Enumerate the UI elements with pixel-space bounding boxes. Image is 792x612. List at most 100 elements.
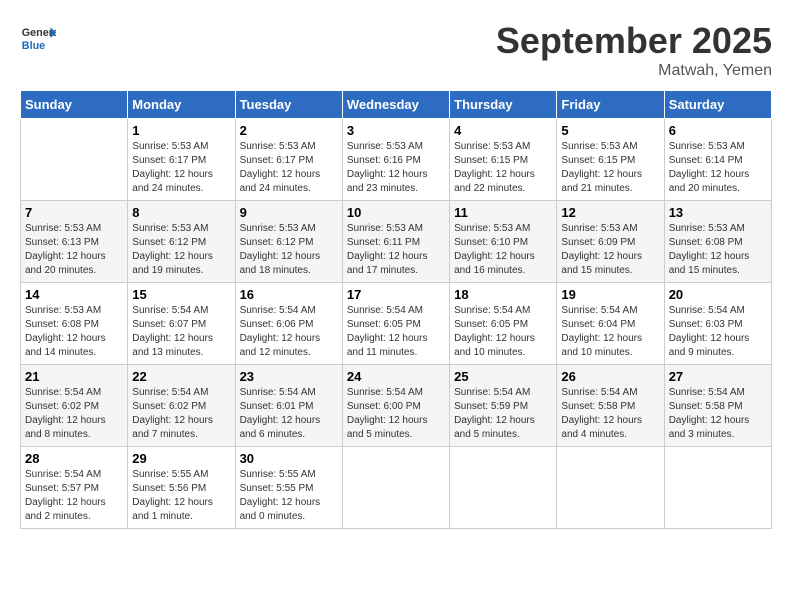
day-info: Sunrise: 5:55 AM Sunset: 5:56 PM Dayligh… <box>132 468 230 524</box>
day-info: Sunrise: 5:53 AM Sunset: 6:13 PM Dayligh… <box>25 222 123 278</box>
day-number: 16 <box>240 287 338 302</box>
month-title: September 2025 <box>496 20 772 62</box>
calendar-cell: 17 Sunrise: 5:54 AM Sunset: 6:05 PM Dayli… <box>342 283 449 365</box>
calendar-cell: 2 Sunrise: 5:53 AM Sunset: 6:17 PM Daylig… <box>235 119 342 201</box>
day-number: 2 <box>240 123 338 138</box>
calendar-week-row: 1 Sunrise: 5:53 AM Sunset: 6:17 PM Daylig… <box>21 119 772 201</box>
location: Matwah, Yemen <box>496 62 772 80</box>
day-number: 20 <box>669 287 767 302</box>
day-number: 22 <box>132 369 230 384</box>
day-info: Sunrise: 5:54 AM Sunset: 6:01 PM Dayligh… <box>240 386 338 442</box>
day-number: 24 <box>347 369 445 384</box>
calendar-cell: 8 Sunrise: 5:53 AM Sunset: 6:12 PM Daylig… <box>128 201 235 283</box>
logo: General Blue <box>20 20 56 56</box>
day-info: Sunrise: 5:53 AM Sunset: 6:12 PM Dayligh… <box>240 222 338 278</box>
calendar-cell: 27Sunrise: 5:54 AM Sunset: 5:58 PM Dayli… <box>664 365 771 447</box>
calendar-cell: 26 Sunrise: 5:54 AM Sunset: 5:58 PM Dayli… <box>557 365 664 447</box>
day-number: 30 <box>240 451 338 466</box>
day-number: 23 <box>240 369 338 384</box>
day-info: Sunrise: 5:54 AM Sunset: 6:05 PM Dayligh… <box>347 304 445 360</box>
day-number: 28 <box>25 451 123 466</box>
day-info: Sunrise: 5:54 AM Sunset: 6:00 PM Dayligh… <box>347 386 445 442</box>
weekday-header: Saturday <box>664 91 771 119</box>
calendar-cell: 23 Sunrise: 5:54 AM Sunset: 6:01 PM Dayli… <box>235 365 342 447</box>
calendar-cell: 13 Sunrise: 5:53 AM Sunset: 6:08 PM Dayli… <box>664 201 771 283</box>
calendar-cell: 11 Sunrise: 5:53 AM Sunset: 6:10 PM Dayli… <box>450 201 557 283</box>
calendar-cell <box>450 447 557 529</box>
day-info: Sunrise: 5:53 AM Sunset: 6:15 PM Dayligh… <box>454 140 552 196</box>
day-info: Sunrise: 5:53 AM Sunset: 6:08 PM Dayligh… <box>669 222 767 278</box>
day-info: Sunrise: 5:54 AM Sunset: 6:06 PM Dayligh… <box>240 304 338 360</box>
day-number: 21 <box>25 369 123 384</box>
day-info: Sunrise: 5:53 AM Sunset: 6:08 PM Dayligh… <box>25 304 123 360</box>
calendar-cell: 29 Sunrise: 5:55 AM Sunset: 5:56 PM Dayli… <box>128 447 235 529</box>
day-info: Sunrise: 5:54 AM Sunset: 5:59 PM Dayligh… <box>454 386 552 442</box>
day-number: 26 <box>561 369 659 384</box>
day-number: 9 <box>240 205 338 220</box>
weekday-header: Sunday <box>21 91 128 119</box>
day-info: Sunrise: 5:53 AM Sunset: 6:10 PM Dayligh… <box>454 222 552 278</box>
calendar-cell: 25 Sunrise: 5:54 AM Sunset: 5:59 PM Dayli… <box>450 365 557 447</box>
calendar-cell <box>21 119 128 201</box>
day-number: 6 <box>669 123 767 138</box>
calendar-cell: 16 Sunrise: 5:54 AM Sunset: 6:06 PM Dayli… <box>235 283 342 365</box>
day-number: 17 <box>347 287 445 302</box>
weekday-header: Wednesday <box>342 91 449 119</box>
page-header: General Blue September 2025 Matwah, Yeme… <box>20 20 772 80</box>
day-number: 27 <box>669 369 767 384</box>
calendar-cell: 7 Sunrise: 5:53 AM Sunset: 6:13 PM Daylig… <box>21 201 128 283</box>
day-info: Sunrise: 5:54 AM Sunset: 5:58 PM Dayligh… <box>561 386 659 442</box>
day-info: Sunrise: 5:53 AM Sunset: 6:14 PM Dayligh… <box>669 140 767 196</box>
calendar-cell: 9 Sunrise: 5:53 AM Sunset: 6:12 PM Daylig… <box>235 201 342 283</box>
calendar-cell: 18Sunrise: 5:54 AM Sunset: 6:05 PM Dayli… <box>450 283 557 365</box>
day-number: 25 <box>454 369 552 384</box>
day-info: Sunrise: 5:53 AM Sunset: 6:12 PM Dayligh… <box>132 222 230 278</box>
day-info: Sunrise: 5:54 AM Sunset: 6:07 PM Dayligh… <box>132 304 230 360</box>
calendar-header: SundayMondayTuesdayWednesdayThursdayFrid… <box>21 91 772 119</box>
day-number: 1 <box>132 123 230 138</box>
calendar-week-row: 28Sunrise: 5:54 AM Sunset: 5:57 PM Dayli… <box>21 447 772 529</box>
calendar-table: SundayMondayTuesdayWednesdayThursdayFrid… <box>20 90 772 529</box>
calendar-cell: 22 Sunrise: 5:54 AM Sunset: 6:02 PM Dayli… <box>128 365 235 447</box>
header-row: SundayMondayTuesdayWednesdayThursdayFrid… <box>21 91 772 119</box>
day-info: Sunrise: 5:54 AM Sunset: 6:02 PM Dayligh… <box>132 386 230 442</box>
calendar-cell <box>557 447 664 529</box>
day-number: 8 <box>132 205 230 220</box>
day-info: Sunrise: 5:53 AM Sunset: 6:15 PM Dayligh… <box>561 140 659 196</box>
day-number: 7 <box>25 205 123 220</box>
calendar-cell: 10Sunrise: 5:53 AM Sunset: 6:11 PM Dayli… <box>342 201 449 283</box>
day-number: 15 <box>132 287 230 302</box>
title-block: September 2025 Matwah, Yemen <box>496 20 772 80</box>
weekday-header: Tuesday <box>235 91 342 119</box>
day-number: 11 <box>454 205 552 220</box>
weekday-header: Friday <box>557 91 664 119</box>
calendar-cell: 1Sunrise: 5:53 AM Sunset: 6:17 PM Daylig… <box>128 119 235 201</box>
calendar-cell: 21 Sunrise: 5:54 AM Sunset: 6:02 PM Dayli… <box>21 365 128 447</box>
calendar-cell: 3Sunrise: 5:53 AM Sunset: 6:16 PM Daylig… <box>342 119 449 201</box>
day-number: 13 <box>669 205 767 220</box>
logo-icon: General Blue <box>20 20 56 56</box>
calendar-cell: 4Sunrise: 5:53 AM Sunset: 6:15 PM Daylig… <box>450 119 557 201</box>
weekday-header: Thursday <box>450 91 557 119</box>
calendar-week-row: 14Sunrise: 5:53 AM Sunset: 6:08 PM Dayli… <box>21 283 772 365</box>
day-info: Sunrise: 5:54 AM Sunset: 6:03 PM Dayligh… <box>669 304 767 360</box>
svg-text:Blue: Blue <box>22 40 45 52</box>
day-info: Sunrise: 5:53 AM Sunset: 6:16 PM Dayligh… <box>347 140 445 196</box>
day-number: 18 <box>454 287 552 302</box>
calendar-cell: 14Sunrise: 5:53 AM Sunset: 6:08 PM Dayli… <box>21 283 128 365</box>
weekday-header: Monday <box>128 91 235 119</box>
calendar-week-row: 7 Sunrise: 5:53 AM Sunset: 6:13 PM Daylig… <box>21 201 772 283</box>
calendar-body: 1 Sunrise: 5:53 AM Sunset: 6:17 PM Daylig… <box>21 119 772 529</box>
day-number: 19 <box>561 287 659 302</box>
day-info: Sunrise: 5:54 AM Sunset: 6:02 PM Dayligh… <box>25 386 123 442</box>
calendar-cell: 30Sunrise: 5:55 AM Sunset: 5:55 PM Dayli… <box>235 447 342 529</box>
calendar-cell: 20 Sunrise: 5:54 AM Sunset: 6:03 PM Dayli… <box>664 283 771 365</box>
day-number: 29 <box>132 451 230 466</box>
day-info: Sunrise: 5:53 AM Sunset: 6:17 PM Dayligh… <box>240 140 338 196</box>
calendar-cell: 19Sunrise: 5:54 AM Sunset: 6:04 PM Dayli… <box>557 283 664 365</box>
day-number: 12 <box>561 205 659 220</box>
day-number: 10 <box>347 205 445 220</box>
calendar-week-row: 21 Sunrise: 5:54 AM Sunset: 6:02 PM Dayli… <box>21 365 772 447</box>
calendar-cell: 28Sunrise: 5:54 AM Sunset: 5:57 PM Dayli… <box>21 447 128 529</box>
calendar-cell: 24 Sunrise: 5:54 AM Sunset: 6:00 PM Dayli… <box>342 365 449 447</box>
